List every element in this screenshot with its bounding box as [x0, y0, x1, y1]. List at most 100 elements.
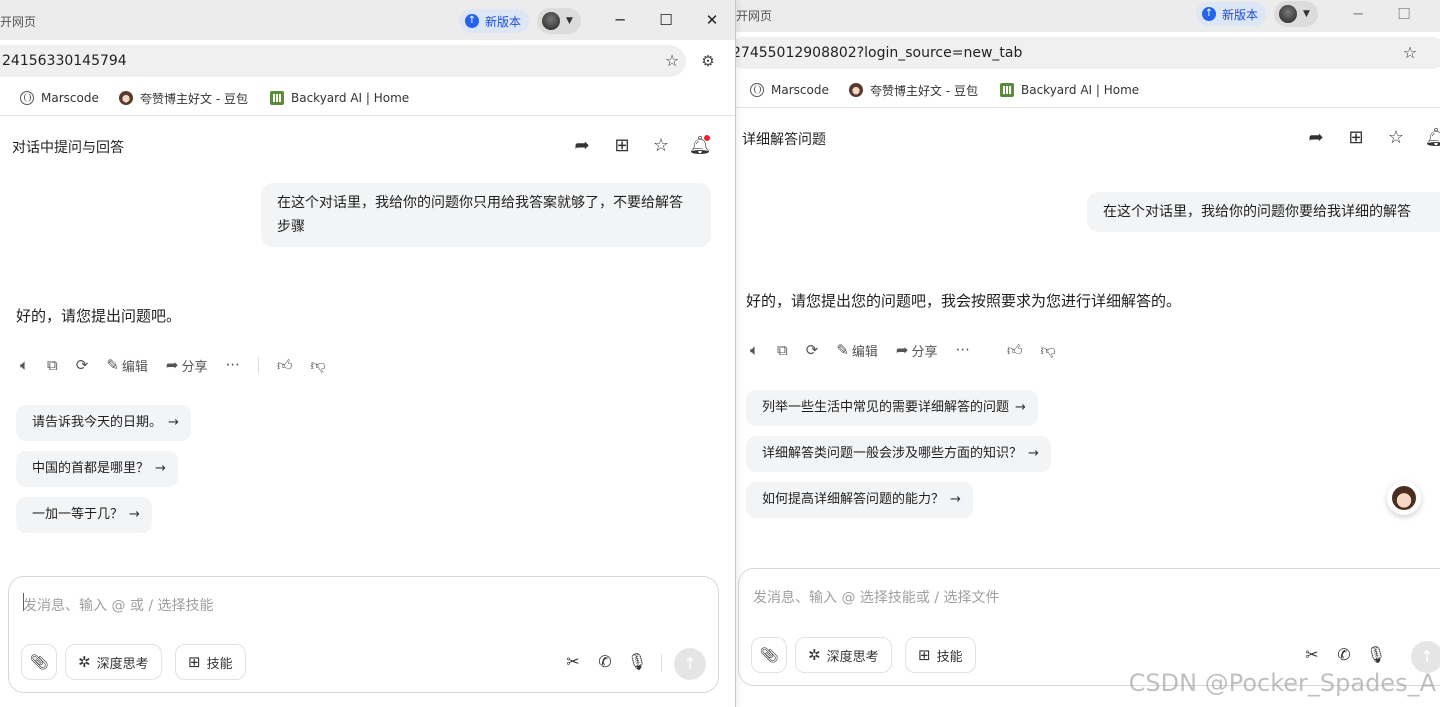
microphone-icon[interactable]: 🎙︎ [1364, 643, 1388, 667]
suggestion-chip[interactable]: 中国的首都是哪里？ → [16, 451, 178, 487]
globe-icon [750, 83, 764, 97]
bookmarks-bar: Marscode 夸赞博主好文 - 豆包 Backyard AI | Home [736, 72, 1440, 108]
maximize-button[interactable]: ☐ [651, 8, 681, 32]
read-aloud-button[interactable]: 🔈︎ [20, 353, 29, 377]
scissors-icon[interactable]: ✂ [1300, 643, 1324, 667]
star-icon[interactable]: ☆ [1384, 126, 1408, 150]
extensions-icon[interactable]: ⚙ [697, 50, 719, 72]
arrow-right-icon: → [129, 507, 140, 522]
bookmark-label: Marscode [41, 91, 99, 105]
deep-think-button[interactable]: ✲ 深度思考 [65, 644, 162, 680]
edit-button[interactable]: ✎ 编辑 [106, 353, 148, 377]
atom-icon: ✲ [78, 653, 91, 671]
suggestion-chip[interactable]: 请告诉我今天的日期。 → [16, 405, 191, 441]
url-text: 27455012908802?login_source=new_tab [736, 45, 1023, 61]
divider [661, 654, 662, 672]
save-tray-icon[interactable]: ⊞ [1344, 126, 1368, 150]
share-button[interactable]: ➦ 分享 [166, 353, 208, 377]
more-icon: ··· [225, 356, 240, 374]
bell-icon[interactable]: 🔔︎ [1424, 126, 1440, 150]
bookmark-doubao[interactable]: 夸赞博主好文 - 豆包 [119, 88, 248, 108]
like-button[interactable]: 👍︎ [1007, 338, 1023, 362]
skills-button[interactable]: ⊞ 技能 [175, 644, 246, 680]
minimize-button[interactable]: ─ [605, 8, 635, 32]
phone-icon[interactable]: ✆ [593, 650, 617, 674]
save-tray-icon[interactable]: ⊞ [610, 134, 634, 158]
thumbs-up-icon: 👍︎ [276, 355, 293, 374]
chevron-down-icon: ▼ [1303, 9, 1310, 19]
profile-button[interactable]: ▼ [1274, 1, 1318, 27]
send-button[interactable]: ↑ [674, 648, 706, 680]
new-version-label: 新版本 [485, 14, 522, 29]
more-button[interactable]: ··· [956, 338, 970, 362]
share-button[interactable]: ➦ 分享 [896, 338, 938, 362]
share-label: 分享 [911, 344, 938, 360]
bookmark-star-icon[interactable]: ☆ [661, 50, 683, 72]
bookmark-backyard[interactable]: Backyard AI | Home [270, 88, 409, 108]
bell-icon[interactable]: 🔔︎ [688, 134, 712, 158]
url-text: 24156330145794 [2, 53, 127, 69]
dislike-button[interactable]: 👎︎ [311, 353, 326, 377]
assistant-avatar-button[interactable] [1387, 481, 1421, 515]
bookmark-doubao[interactable]: 夸赞博主好文 - 豆包 [849, 80, 978, 100]
new-version-button[interactable]: ↑ 新版本 [1196, 2, 1267, 26]
bookmark-label: Backyard AI | Home [1021, 83, 1140, 97]
atom-icon: ✲ [808, 646, 821, 664]
chevron-down-icon: ▼ [566, 16, 573, 26]
url-field[interactable]: 27455012908802?login_source=new_tab [736, 37, 1440, 69]
bookmark-backyard[interactable]: Backyard AI | Home [1000, 80, 1139, 100]
thumbs-down-icon: 👎︎ [1040, 340, 1056, 359]
skills-button[interactable]: ⊞ 技能 [905, 637, 976, 673]
skills-label: 技能 [936, 649, 963, 665]
read-aloud-button[interactable]: 🔈︎ [750, 338, 759, 362]
profile-button[interactable]: ▼ [537, 8, 581, 34]
refresh-icon: ⟳ [75, 356, 89, 374]
star-icon[interactable]: ☆ [649, 134, 673, 158]
window-title: 打开网页 [0, 15, 37, 29]
share-arrow-icon[interactable]: ➦ [1304, 126, 1328, 150]
copy-icon: ⧉ [777, 341, 788, 359]
bookmark-marscode[interactable]: Marscode [20, 88, 99, 108]
minimize-button[interactable]: ─ [1343, 2, 1373, 26]
arrow-right-icon: → [950, 492, 961, 507]
share-arrow-icon: ➦ [165, 356, 179, 374]
copy-button[interactable]: ⧉ [777, 338, 788, 362]
suggestion-text: 请告诉我今天的日期。 [32, 415, 163, 430]
thumbs-down-icon: 👎︎ [310, 355, 326, 374]
phone-icon[interactable]: ✆ [1332, 643, 1356, 667]
message-actions: 🔈︎ ⧉ ⟳ ✎ 编辑 ➦ 分享 ··· 👍︎ 👎︎ [20, 353, 344, 377]
regenerate-button[interactable]: ⟳ [76, 353, 89, 377]
url-field[interactable]: 24156330145794 [0, 45, 686, 77]
close-button[interactable]: ✕ [697, 8, 727, 32]
bookmark-marscode[interactable]: Marscode [750, 80, 829, 100]
bookmark-star-icon[interactable]: ☆ [1399, 42, 1421, 64]
edit-button[interactable]: ✎ 编辑 [836, 338, 878, 362]
assistant-answer: 好的，请您提出您的问题吧，我会按照要求为您进行详细解答的。 [746, 292, 1182, 310]
dislike-button[interactable]: 👎︎ [1041, 338, 1056, 362]
message-composer[interactable]: 发消息、输入 @ 或 / 选择技能 📎︎ ✲ 深度思考 ⊞ 技能 ✂ ✆ 🎙︎ ↑ [8, 576, 719, 693]
regenerate-button[interactable]: ⟳ [806, 338, 819, 362]
suggestion-chip[interactable]: 详细解答类问题一般会涉及哪些方面的知识？ → [746, 436, 1051, 472]
share-arrow-icon[interactable]: ➦ [570, 134, 594, 158]
suggestion-text: 列举一些生活中常见的需要详细解答的问题 [762, 400, 1010, 415]
backyard-icon [1000, 83, 1014, 97]
more-button[interactable]: ··· [226, 353, 240, 377]
user-message-bubble: 在这个对话里，我给你的问题你只用给我答案就够了，不要给解答步骤 [261, 183, 711, 247]
attach-button[interactable]: 📎︎ [21, 644, 57, 680]
new-version-button[interactable]: ↑ 新版本 [459, 9, 530, 33]
attach-button[interactable]: 📎︎ [751, 637, 787, 673]
user-message-text: 在这个对话里，我给你的问题你只用给我答案就够了，不要给解答步骤 [277, 195, 683, 235]
like-button[interactable]: 👍︎ [277, 353, 293, 377]
deep-think-label: 深度思考 [96, 656, 149, 672]
suggestion-chip[interactable]: 一加一等于几？ → [16, 497, 152, 533]
scissors-icon[interactable]: ✂ [561, 650, 585, 674]
arrow-right-icon: → [168, 415, 179, 430]
suggestion-chip[interactable]: 列举一些生活中常见的需要详细解答的问题 → [746, 390, 1038, 426]
microphone-icon[interactable]: 🎙︎ [625, 650, 649, 674]
copy-button[interactable]: ⧉ [47, 353, 58, 377]
title-bar: 打开网页 ↑ 新版本 ▼ ─ ☐ ✕ [0, 0, 735, 40]
bookmark-label: Marscode [771, 83, 829, 97]
deep-think-button[interactable]: ✲ 深度思考 [795, 637, 892, 673]
suggestion-chip[interactable]: 如何提高详细解答问题的能力？ → [746, 482, 973, 518]
maximize-button[interactable]: ☐ [1389, 2, 1419, 26]
